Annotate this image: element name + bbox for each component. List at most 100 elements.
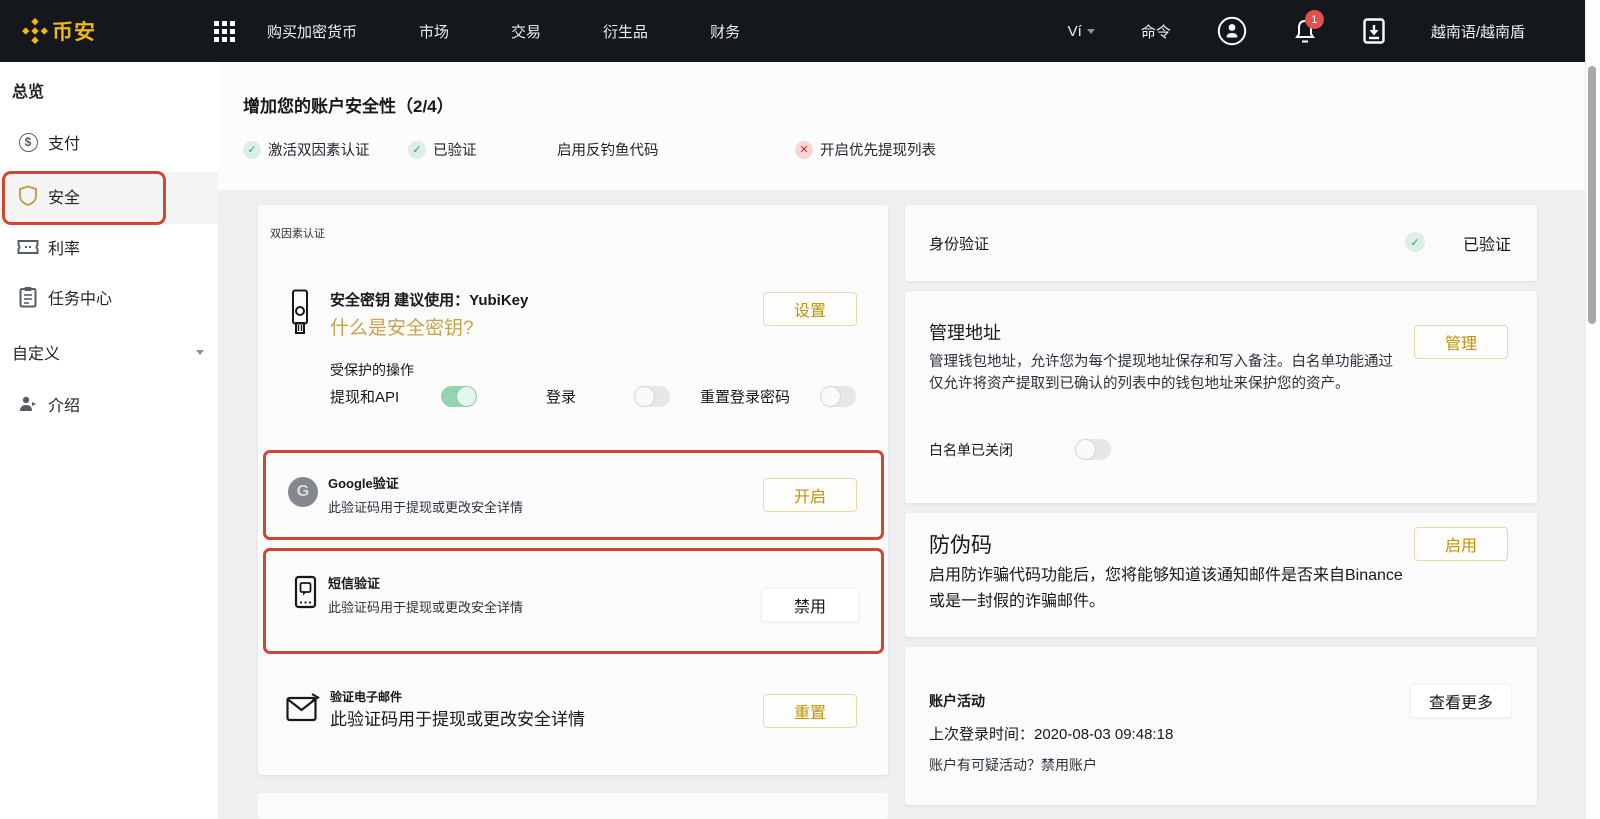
identity-title: 身份验证 [929,233,989,254]
scrollbar-thumb[interactable] [1588,66,1596,324]
download-app-icon[interactable] [1363,18,1385,44]
sidebar-label: 安全 [48,184,80,208]
address-manage-button[interactable]: 管理 [1414,325,1508,359]
apps-grid-icon[interactable] [214,21,235,42]
email-icon [286,693,320,723]
antiphishing-desc: 启用防诈骗代码功能后，您将能够知道该通知邮件是否来自Binance或是一封假的诈… [929,563,1409,615]
sidebar-item-task-center[interactable]: 任务中心 [0,275,218,319]
toggle-group-withdrawal-api: 提现和API [330,386,477,407]
disable-account-link[interactable]: 账户有可疑活动？禁用账户 [929,755,1097,775]
google-verify-enable-button[interactable]: 开启 [763,478,857,512]
security-key-title: 安全密钥 建议使用：YubiKey [330,289,528,310]
last-login-time: 上次登录时间：2020-08-03 09:48:18 [929,723,1173,744]
checklist-label: 开启优先提现列表 [820,139,936,160]
whitelist-toggle[interactable] [1075,439,1111,460]
antiphishing-title: 防伪码 [929,529,992,559]
what-is-security-key-link[interactable]: 什么是安全密钥? [330,313,474,340]
sidebar-label: 总览 [12,78,44,102]
sidebar-item-interest[interactable]: 利率 [0,225,218,269]
wallet-dropdown[interactable]: Ví [1068,23,1095,40]
notifications-bell-icon[interactable]: 1 [1293,18,1317,44]
email-verify-desc: 此验证码用于提现或更改安全详情 [330,705,585,730]
sidebar-label: 任务中心 [48,285,112,309]
menu-markets[interactable]: 市场 [419,21,449,42]
check-circle-icon: ✓ [408,141,426,159]
menu-derivatives[interactable]: 衍生品 [603,21,648,42]
chevron-down-icon [196,350,204,355]
binance-diamond-icon [22,18,48,44]
shield-icon [16,185,40,207]
toggle-group-reset-password: 重置登录密码 [700,386,856,407]
checklist-label: 已验证 [433,139,477,160]
sidebar-label: 自定义 [12,340,60,364]
google-verify-title: Google验证 [328,473,523,492]
orders-link[interactable]: 命令 [1141,21,1171,42]
sidebar-item-payment[interactable]: $ 支付 [0,120,218,164]
checklist-item-2fa: ✓ 激活双因素认证 [243,139,370,160]
verified-check-icon: ✓ [1405,232,1425,252]
checklist-item-verified: ✓ 已验证 [408,139,477,160]
yubikey-icon [288,289,312,339]
dollar-circle-icon: $ [16,133,40,152]
sidebar-label: 介绍 [48,392,80,416]
check-circle-icon: ✓ [243,141,261,159]
language-currency-selector[interactable]: 越南语/越南盾 [1431,21,1525,42]
email-verify-title: 验证电子邮件 [330,688,402,705]
account-activity-card: 账户活动 查看更多 上次登录时间：2020-08-03 09:48:18 账户有… [905,647,1537,805]
login-toggle[interactable] [634,386,670,407]
section-label-2fa: 双因素认证 [270,227,334,242]
toggle-group-login: 登录 [546,386,670,407]
menu-buy-crypto[interactable]: 购买加密货币 [267,21,357,42]
logo-text: 币安 [52,16,96,46]
notification-badge: 1 [1305,10,1324,29]
sidebar-label: 利率 [48,235,80,259]
chevron-down-icon [1087,29,1095,34]
voucher-icon [16,238,40,256]
wallet-label: Ví [1068,23,1082,40]
protected-ops-label: 受保护的操作 [330,360,414,380]
next-card-partial [258,793,888,819]
sms-icon [294,575,320,611]
google-verify-desc: 此验证码用于提现或更改安全详情 [328,497,523,516]
checklist-item-whitelist: ✕ 开启优先提现列表 [795,139,936,160]
clipboard-icon [16,286,40,308]
sidebar-item-intro[interactable]: 介绍 [0,382,218,426]
identity-status: 已验证 [1463,231,1511,255]
menu-finance[interactable]: 财务 [710,21,740,42]
page-title: 增加您的账户安全性（2/4） [243,92,454,117]
security-key-setup-button[interactable]: 设置 [763,292,857,326]
sidebar: 总览 $ 支付 安全 利率 [0,62,218,819]
sidebar-item-overview[interactable]: 总览 [0,68,218,112]
view-more-button[interactable]: 查看更多 [1410,684,1512,718]
identity-verification-card: 身份验证 ✓ 已验证 [905,205,1537,281]
withdrawal-api-toggle[interactable] [441,386,477,407]
checklist-item-antiphishing: 启用反钓鱼代码 [557,139,659,160]
whitelist-label: 白名单已关闭 [929,440,1013,460]
email-reset-button[interactable]: 重置 [763,694,857,728]
toggle-label: 重置登录密码 [700,386,790,407]
toggle-label: 登录 [546,386,576,407]
sidebar-label: 支付 [48,130,80,154]
main-menu: 购买加密货币 市场 交易 衍生品 财务 [267,21,802,42]
cross-circle-icon: ✕ [795,141,813,159]
reset-password-toggle[interactable] [820,386,856,407]
address-title: 管理地址 [929,319,1001,345]
sidebar-item-custom[interactable]: 自定义 [0,330,218,374]
sidebar-item-security[interactable]: 安全 [0,174,218,218]
binance-logo[interactable]: 币安 [22,16,96,46]
toggle-label: 提现和API [330,386,399,407]
sms-verify-title: 短信验证 [328,573,523,592]
activity-title: 账户活动 [929,691,985,711]
security-progress-header [218,62,1585,190]
sms-disable-button[interactable]: 禁用 [761,588,859,622]
google-authenticator-icon: G [288,477,318,507]
menu-trade[interactable]: 交易 [511,21,541,42]
whitelist-row: 白名单已关闭 [929,439,1111,460]
checklist-label: 激活双因素认证 [268,139,370,160]
person-icon [16,394,40,414]
checklist-label: 启用反钓鱼代码 [557,139,659,160]
antiphishing-enable-button[interactable]: 启用 [1414,527,1508,561]
address-desc: 管理钱包地址，允许您为每个提现地址保存和写入备注。白名单功能通过仅允许将资产提取… [929,351,1407,395]
account-avatar-icon[interactable] [1217,16,1247,46]
sms-verify-desc: 此验证码用于提现或更改安全详情 [328,597,523,616]
